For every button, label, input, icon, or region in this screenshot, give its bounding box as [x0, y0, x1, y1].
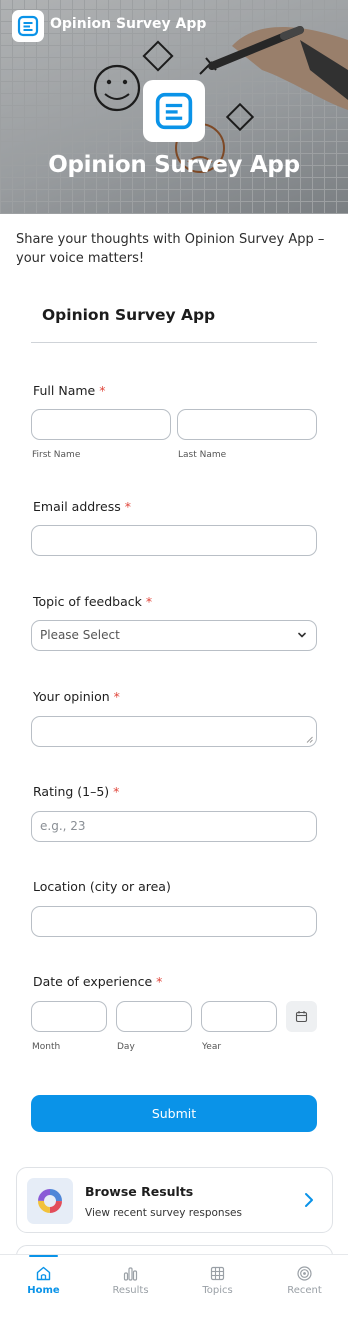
required-mark: *: [124, 499, 131, 514]
hero-logo-icon: [143, 80, 205, 142]
tab-topics[interactable]: Topics: [174, 1255, 261, 1323]
calendar-icon: [295, 1011, 308, 1023]
target-icon: [297, 1266, 312, 1281]
app-logo-icon: [12, 10, 44, 42]
rating-placeholder: e.g., 23: [40, 819, 86, 833]
submit-button[interactable]: Submit: [31, 1095, 317, 1132]
chevron-down-icon: [298, 632, 306, 638]
calendar-button[interactable]: [286, 1001, 317, 1032]
tab-recent-label: Recent: [287, 1285, 322, 1296]
date-year-input[interactable]: [201, 1001, 277, 1032]
chevron-right-icon: [305, 1193, 313, 1207]
tab-results-label: Results: [112, 1285, 149, 1296]
home-icon: [36, 1266, 51, 1281]
first-name-input[interactable]: [31, 409, 171, 440]
email-label: Email address *: [33, 499, 131, 514]
hero-banner: Opinion Survey App Opinion Survey App: [0, 0, 348, 214]
month-sublabel: Month: [32, 1042, 61, 1052]
date-month-input[interactable]: [31, 1001, 107, 1032]
email-label-text: Email address: [33, 499, 121, 514]
card-subtitle: View recent survey responses: [85, 1207, 242, 1219]
donut-chart-icon: [27, 1178, 73, 1224]
required-mark: *: [99, 383, 106, 398]
date-label: Date of experience *: [33, 974, 162, 989]
required-mark: *: [113, 689, 120, 704]
form-divider: [31, 342, 317, 343]
year-sublabel: Year: [202, 1042, 222, 1052]
opinion-textarea[interactable]: [31, 716, 317, 747]
topic-label-text: Topic of feedback: [33, 594, 142, 609]
location-label: Location (city or area): [33, 879, 171, 894]
browse-results-card[interactable]: Browse Results View recent survey respon…: [16, 1167, 333, 1233]
location-input[interactable]: [31, 906, 317, 937]
required-mark: *: [145, 594, 153, 609]
resize-handle-icon[interactable]: [306, 736, 313, 743]
card-title: Browse Results: [85, 1184, 194, 1199]
tab-topics-label: Topics: [202, 1285, 233, 1296]
last-name-sublabel: Last Name: [178, 450, 227, 460]
grid-icon: [210, 1266, 225, 1281]
intro-text: Share your thoughts with Opinion Survey …: [16, 232, 325, 266]
active-tab-indicator: [29, 1255, 58, 1257]
rating-input[interactable]: e.g., 23: [31, 811, 317, 842]
email-input[interactable]: [31, 525, 317, 556]
opinion-label: Your opinion *: [33, 689, 120, 704]
form-heading: Opinion Survey App: [42, 306, 216, 324]
rating-label-text: Rating (1–5): [33, 784, 110, 799]
bottom-tab-bar: Home Results Topics Recent: [0, 1254, 348, 1323]
tab-home[interactable]: Home: [0, 1255, 87, 1323]
app-title: Opinion Survey App: [50, 16, 207, 32]
rating-label: Rating (1–5) *: [33, 784, 119, 799]
last-name-input[interactable]: [177, 409, 317, 440]
tab-results[interactable]: Results: [87, 1255, 174, 1323]
first-name-sublabel: First Name: [32, 450, 81, 460]
topic-label: Topic of feedback *: [33, 594, 152, 609]
hero-title: Opinion Survey App: [48, 152, 300, 178]
full-name-label: Full Name *: [33, 383, 105, 398]
tab-recent[interactable]: Recent: [261, 1255, 348, 1323]
tab-home-label: Home: [27, 1285, 60, 1296]
full-name-label-text: Full Name: [33, 383, 96, 398]
day-sublabel: Day: [117, 1042, 135, 1052]
date-day-input[interactable]: [116, 1001, 192, 1032]
date-label-text: Date of experience: [33, 974, 153, 989]
bar-chart-icon: [123, 1267, 138, 1281]
location-label-text: Location (city or area): [33, 879, 171, 894]
opinion-label-text: Your opinion: [33, 689, 110, 704]
topic-select-value: Please Select: [40, 628, 120, 642]
required-mark: *: [113, 784, 120, 799]
required-mark: *: [156, 974, 163, 989]
topic-select[interactable]: Please Select: [31, 620, 317, 651]
